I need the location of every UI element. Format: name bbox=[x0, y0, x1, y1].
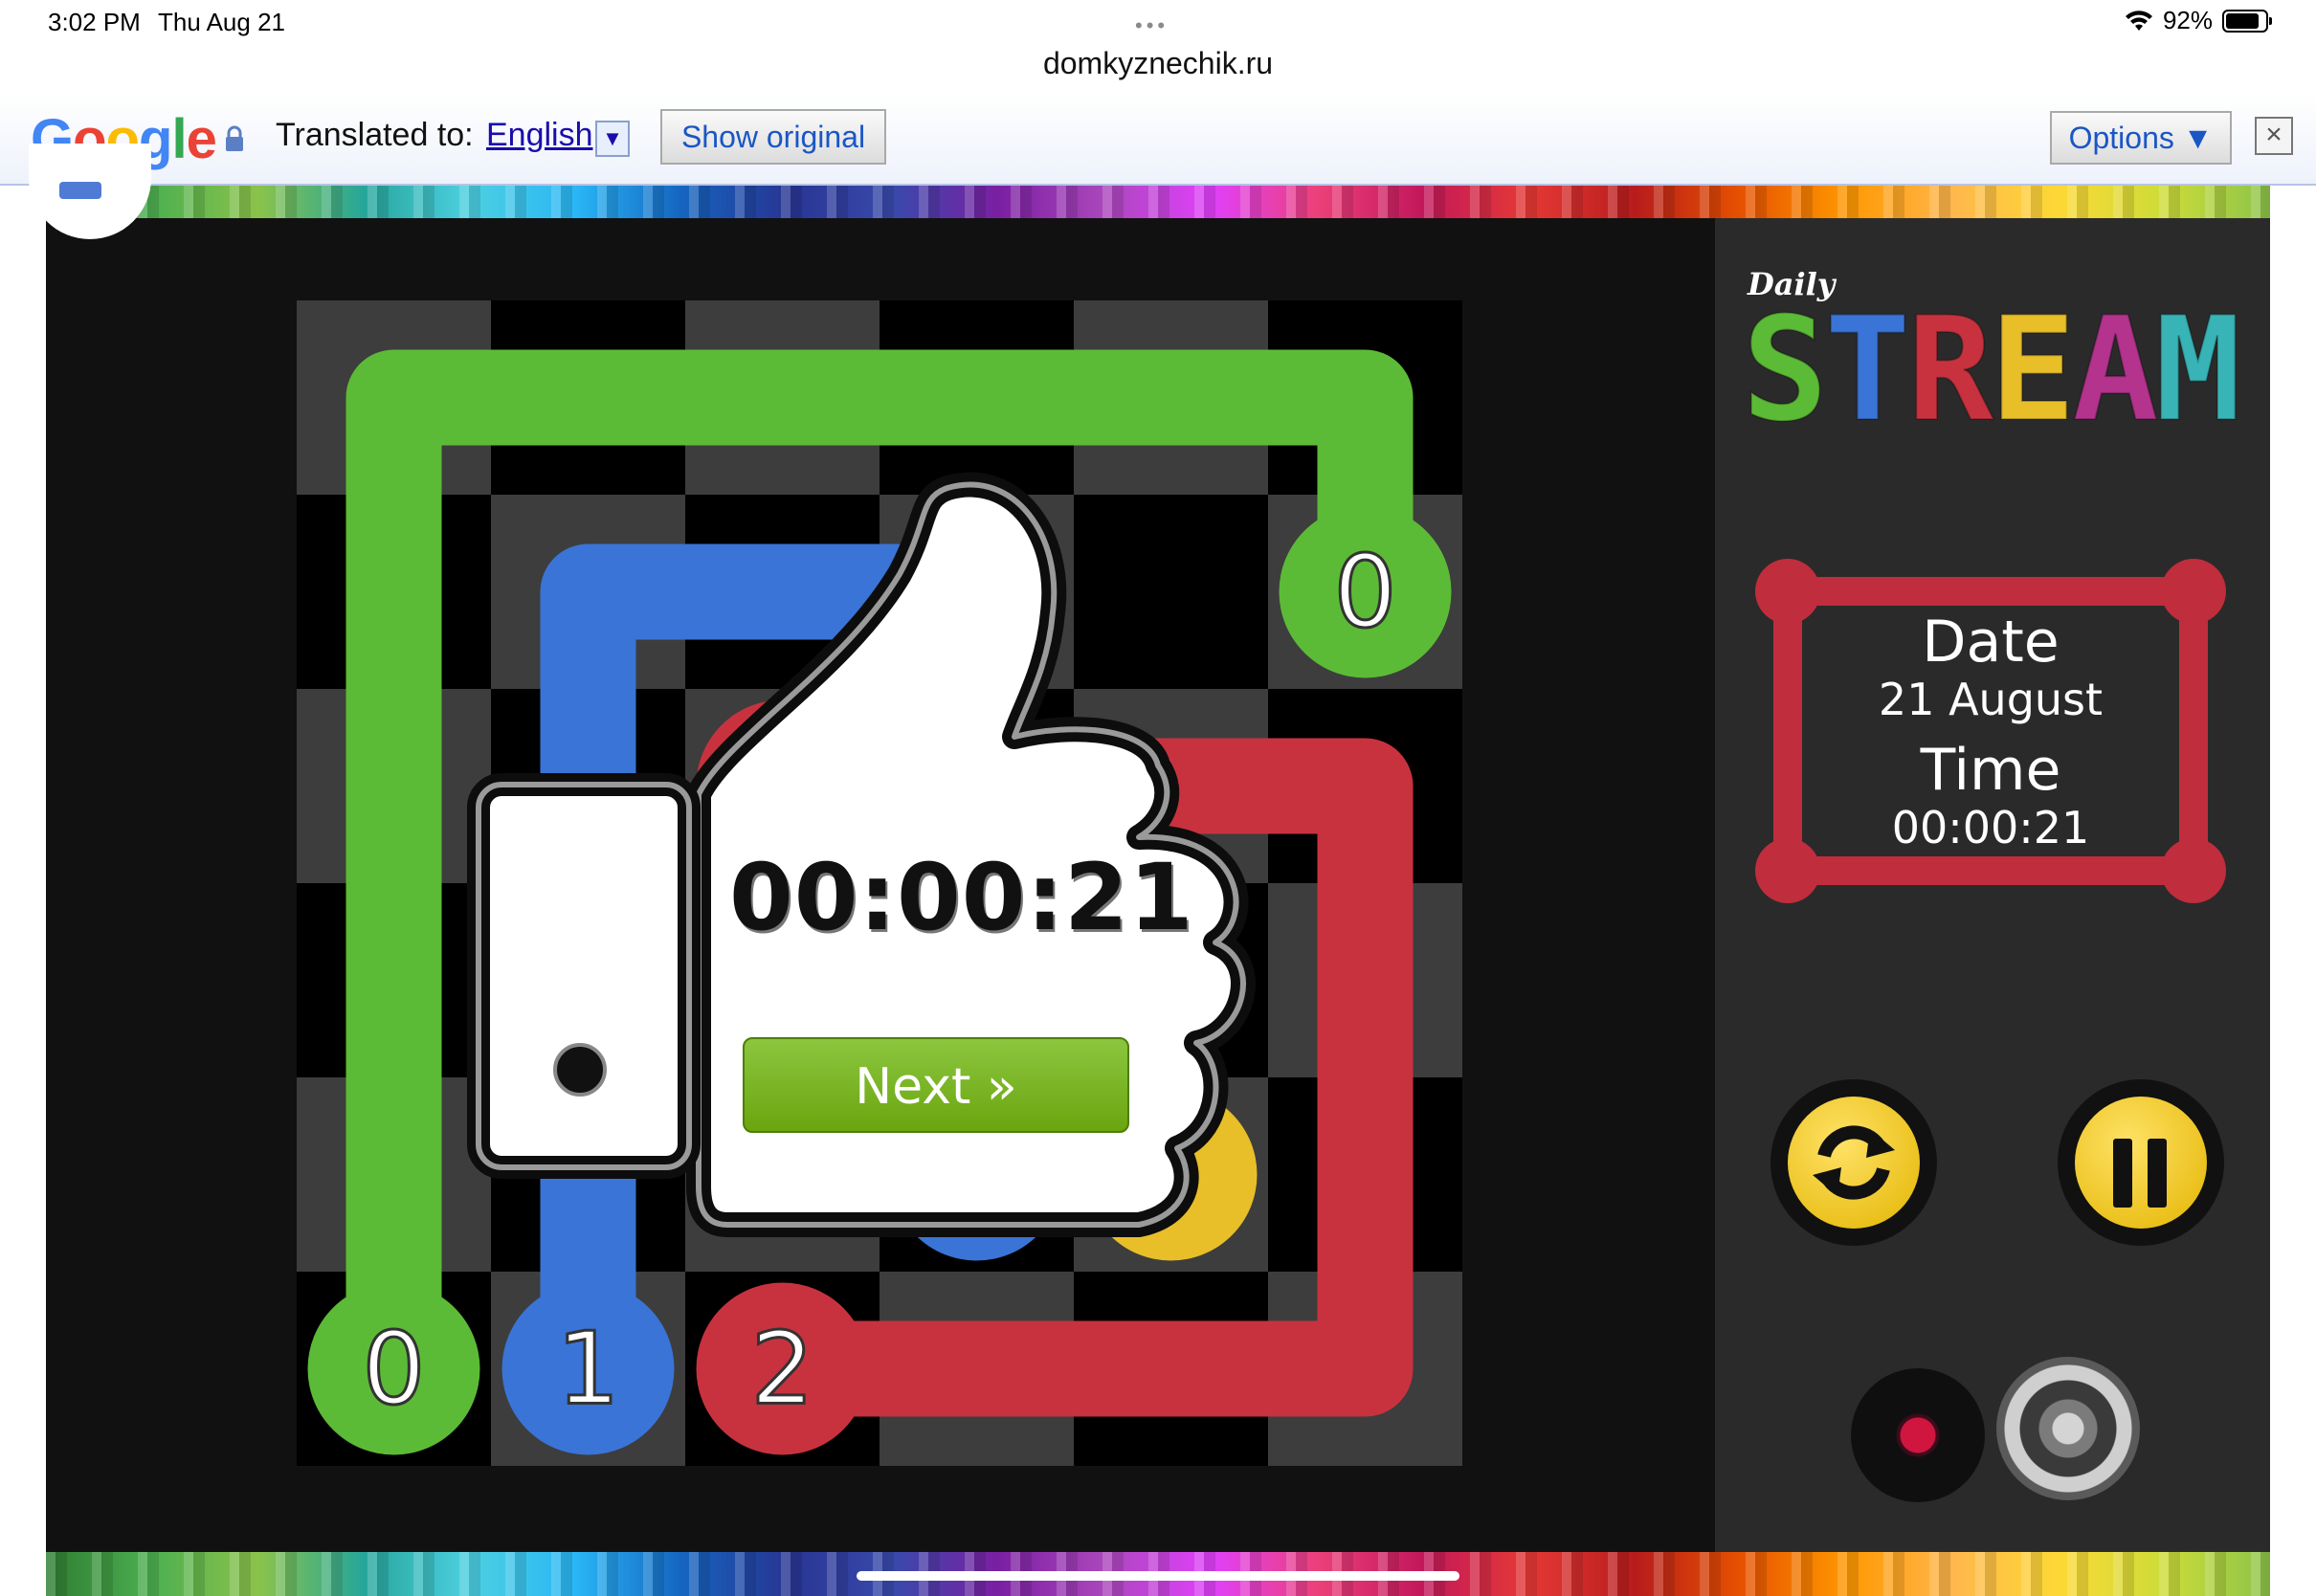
logo-letter: T bbox=[1823, 287, 1911, 454]
date-label: Date bbox=[1922, 609, 2060, 676]
record-icon[interactable] bbox=[1851, 1368, 1985, 1502]
home-indicator[interactable] bbox=[857, 1571, 1459, 1581]
time-label: Time bbox=[1920, 737, 2061, 804]
logo-letter: R bbox=[1906, 287, 1994, 454]
refresh-icon bbox=[1813, 1125, 1895, 1200]
thumb-cuff-shape bbox=[467, 773, 701, 1179]
logo-letter: E bbox=[1989, 287, 2077, 454]
pause-button[interactable] bbox=[2058, 1079, 2224, 1246]
stream-logo: STREAM bbox=[1741, 298, 2242, 443]
logo-letter: A bbox=[2071, 287, 2159, 454]
restart-button[interactable] bbox=[1770, 1079, 1937, 1246]
pause-icon bbox=[2075, 1097, 2207, 1229]
logo-letter: S bbox=[1741, 287, 1829, 454]
next-button[interactable]: Next » bbox=[743, 1037, 1129, 1133]
speaker-icon[interactable] bbox=[1996, 1357, 2140, 1500]
time-value: 00:00:21 bbox=[1891, 802, 2090, 853]
popup-time: 00:00:21 bbox=[729, 844, 1194, 951]
cuff-button-dot bbox=[553, 1043, 607, 1097]
date-value: 21 August bbox=[1878, 674, 2104, 725]
logo-letter: M bbox=[2154, 287, 2242, 454]
